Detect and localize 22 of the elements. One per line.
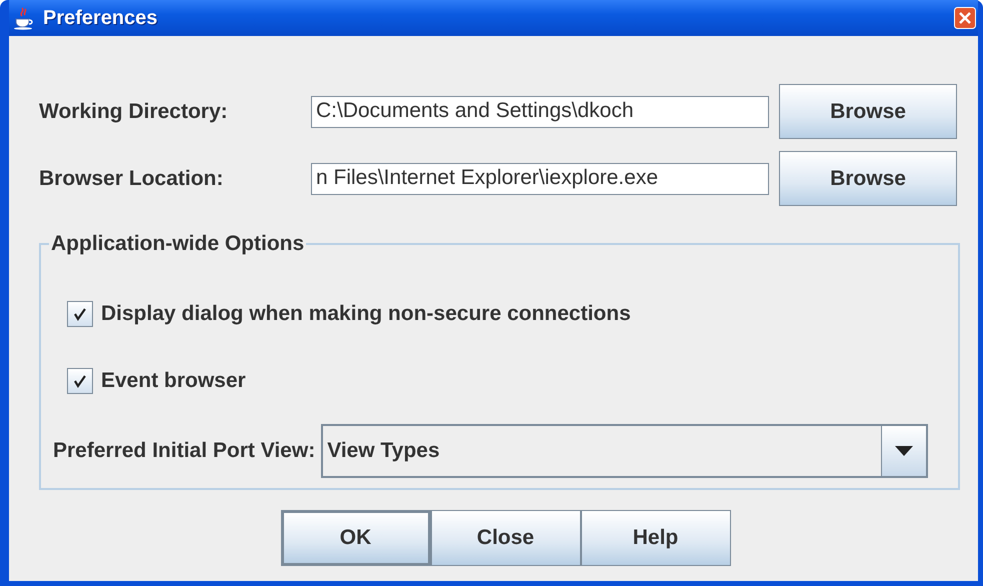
group-title: Application-wide Options xyxy=(50,232,306,256)
dialog-button[interactable]: Close xyxy=(430,510,580,566)
port-view-dropdown[interactable]: View Types xyxy=(321,424,928,478)
combo-label: Preferred Initial Port View: xyxy=(53,439,316,463)
checkbox-label: Display dialog when making non-secure connections xyxy=(101,302,631,326)
checkbox[interactable] xyxy=(67,368,93,394)
checkbox[interactable] xyxy=(67,300,93,326)
coffee-cup-icon xyxy=(13,6,35,30)
window-title: Preferences xyxy=(43,6,159,30)
check-icon xyxy=(72,306,88,322)
browse-button[interactable]: Browse xyxy=(779,84,957,139)
field-label: Browser Location: xyxy=(39,166,224,190)
close-icon[interactable] xyxy=(954,7,976,29)
check-icon xyxy=(72,372,88,388)
dropdown-arrow-icon xyxy=(895,446,913,456)
dialog-button[interactable]: Help xyxy=(580,510,730,566)
path-field[interactable]: C:\Documents and Settings\dkoch xyxy=(311,96,769,128)
checkbox-label: Event browser xyxy=(101,368,246,392)
field-label: Working Directory: xyxy=(39,100,229,124)
path-field[interactable]: n Files\Internet Explorer\iexplore.exe xyxy=(311,162,769,194)
browse-button[interactable]: Browse xyxy=(779,151,957,206)
dialog-button[interactable]: OK xyxy=(280,510,430,566)
